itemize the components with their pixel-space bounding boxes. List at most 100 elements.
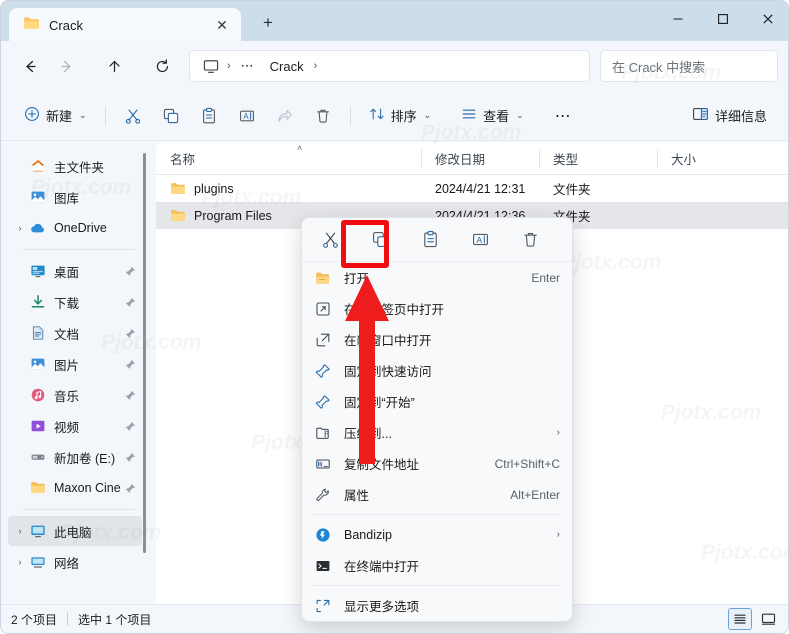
rename-icon[interactable]: A (462, 224, 498, 256)
table-row[interactable]: plugins 2024/4/21 12:31 文件夹 (156, 175, 788, 202)
sidebar-scrollbar[interactable] (143, 153, 146, 553)
sidebar-item-label: 网络 (54, 556, 80, 571)
more-button[interactable]: ⋯ (545, 100, 581, 132)
chevron-right-icon[interactable]: › (557, 529, 560, 540)
sidebar-item-label: 视频 (54, 420, 80, 435)
pin-icon[interactable] (122, 266, 138, 277)
item-count-label: 2 个项目 (11, 612, 58, 627)
context-menu-item-bandizip[interactable]: Bandizip › (302, 519, 572, 550)
keyboard-shortcut: Alt+Enter (510, 487, 560, 502)
new-tab-button[interactable]: + (253, 8, 283, 38)
sidebar-item-文档[interactable]: 文档 (8, 318, 142, 348)
cut-button[interactable] (115, 100, 151, 132)
divider (104, 106, 106, 125)
svg-text:A: A (476, 235, 482, 245)
sidebar-item-下载[interactable]: 下载 (8, 287, 142, 317)
column-headers: 名称 修改日期 类型 大小 ˄ (156, 142, 788, 175)
view-icon (461, 106, 477, 125)
sidebar-item-新加卷-(e:)[interactable]: 新加卷 (E:) (8, 442, 142, 472)
forward-button[interactable] (49, 49, 83, 83)
new-button-label: 新建 (46, 109, 73, 124)
breadcrumb-separator[interactable]: › (226, 60, 232, 72)
column-header-date[interactable]: 修改日期 (421, 142, 539, 175)
folder-icon (170, 208, 186, 224)
details-view-toggle[interactable] (728, 608, 752, 630)
copy-button[interactable] (153, 100, 189, 132)
breadcrumb-overflow[interactable]: ⋯ (234, 55, 261, 77)
context-menu-item-wrench[interactable]: 属性 Alt+Enter (302, 479, 572, 510)
up-button[interactable] (97, 49, 131, 83)
view-toggle-group (728, 608, 780, 630)
pin-icon (312, 362, 334, 380)
sidebar-item-音乐[interactable]: 音乐 (8, 380, 142, 410)
pin-icon[interactable] (122, 328, 138, 339)
pin-icon[interactable] (122, 359, 138, 370)
pin-icon[interactable] (122, 421, 138, 432)
close-button[interactable] (745, 1, 788, 37)
context-menu-item-more-options[interactable]: 显示更多选项 (302, 590, 572, 621)
sidebar-item-网络[interactable]: › 网络 (8, 547, 142, 577)
sidebar-item-桌面[interactable]: 桌面 (8, 256, 142, 286)
chevron-down-icon: ⌄ (79, 110, 87, 120)
sidebar-item-label: OneDrive (54, 221, 107, 235)
chevron-right-icon[interactable]: › (557, 427, 560, 438)
sidebar-item-label: 图库 (54, 191, 80, 206)
delete-button[interactable] (305, 100, 341, 132)
chevron-right-icon[interactable]: › (12, 526, 28, 536)
new-window-icon (312, 331, 334, 349)
chevron-right-icon[interactable]: › (12, 557, 28, 567)
search-input[interactable]: 在 Crack 中搜索 (600, 50, 778, 82)
rename-button[interactable]: A (229, 100, 265, 132)
sidebar-item-maxon-cine[interactable]: Maxon Cine (8, 473, 142, 503)
copy-path-icon (312, 455, 334, 473)
column-header-name[interactable]: 名称 (156, 142, 421, 175)
sidebar-item-图库[interactable]: 图库 (8, 182, 142, 212)
sidebar-item-视频[interactable]: 视频 (8, 411, 142, 441)
minimize-button[interactable] (655, 1, 700, 37)
sidebar-divider (23, 249, 135, 250)
sort-button[interactable]: 排序 ⌄ (360, 100, 441, 132)
sidebar-item-主文件夹[interactable]: 主文件夹 (8, 151, 142, 181)
sidebar-item-onedrive[interactable]: › OneDrive (8, 213, 142, 243)
share-button[interactable] (267, 100, 303, 132)
view-button[interactable]: 查看 ⌄ (452, 100, 533, 132)
new-button[interactable]: 新建 ⌄ (15, 100, 96, 132)
document-icon (28, 325, 48, 341)
tab-crack[interactable]: Crack ✕ (9, 8, 241, 42)
breadcrumb-crack[interactable]: Crack (263, 56, 311, 77)
paste-button[interactable] (191, 100, 227, 132)
pin-icon[interactable] (122, 297, 138, 308)
terminal-icon (312, 557, 334, 575)
details-button[interactable]: 详细信息 (683, 100, 776, 132)
svg-text:A: A (243, 112, 249, 121)
context-menu-item-terminal[interactable]: 在终端中打开 (302, 550, 572, 581)
column-header-type[interactable]: 类型 (539, 142, 657, 175)
sort-button-label: 排序 (390, 109, 417, 124)
pc-icon (28, 523, 48, 539)
monitor-icon[interactable] (198, 59, 224, 74)
pin-icon[interactable] (122, 452, 138, 463)
large-icons-view-toggle[interactable] (756, 608, 780, 630)
paste-icon[interactable] (412, 224, 448, 256)
context-menu-item-label: Bandizip (344, 527, 392, 542)
maximize-button[interactable] (700, 1, 745, 37)
new-tab-icon (312, 300, 334, 318)
delete-icon[interactable] (512, 224, 548, 256)
back-button[interactable] (13, 49, 47, 83)
pin-icon[interactable] (122, 483, 138, 494)
context-menu-divider (312, 585, 562, 586)
breadcrumb-separator-end[interactable]: › (313, 60, 319, 72)
context-menu-divider (312, 514, 562, 515)
pin-icon[interactable] (122, 390, 138, 401)
navigation-pane[interactable]: 主文件夹图库 › OneDrive 桌面 下载 文档 图片 音乐视频新加卷 (E:) Maxon… (1, 142, 149, 606)
file-date-cell: 2024/4/21 12:31 (435, 181, 526, 196)
address-bar[interactable]: › ⋯ Crack › (189, 50, 590, 82)
refresh-button[interactable] (145, 49, 179, 83)
file-name-label: plugins (194, 181, 234, 196)
column-header-size[interactable]: 大小 (657, 142, 747, 175)
sidebar-item-图片[interactable]: 图片 (8, 349, 142, 379)
chevron-right-icon[interactable]: › (12, 223, 28, 233)
sidebar-item-此电脑[interactable]: › 此电脑 (8, 516, 142, 546)
close-icon[interactable]: ✕ (211, 14, 233, 36)
music-icon (28, 387, 48, 403)
